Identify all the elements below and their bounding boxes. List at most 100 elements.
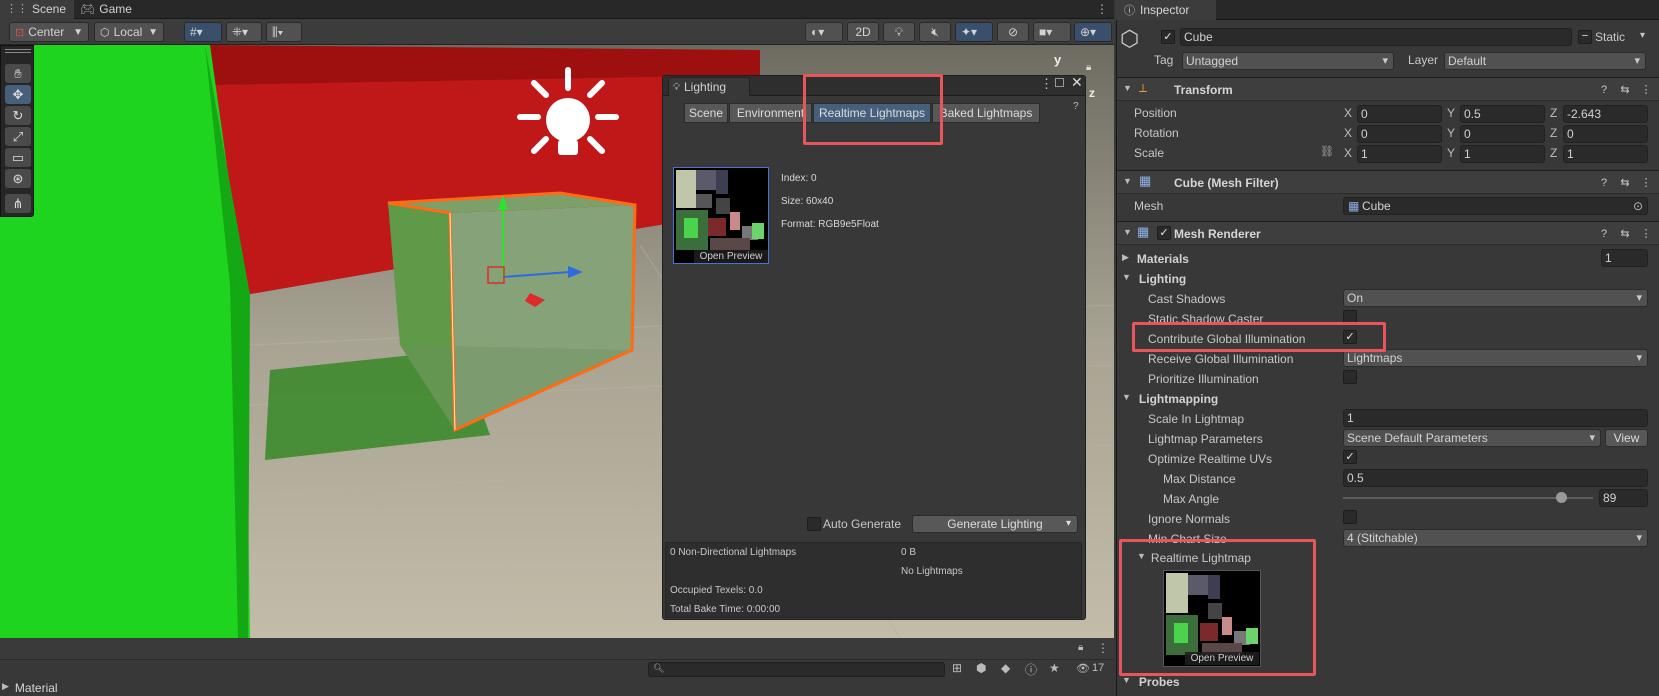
lock-icon[interactable]: 🔒︎ — [1078, 642, 1083, 653]
chevron-down-icon[interactable]: ▾ — [1640, 30, 1645, 41]
gizmos-dropdown[interactable]: ⊕▾ — [1074, 22, 1112, 42]
camera-dropdown[interactable]: ■▾ — [1033, 22, 1071, 42]
help-icon[interactable]: ? — [1597, 227, 1611, 241]
min-chart-size-dropdown[interactable]: 4 (Stitchable) — [1343, 529, 1648, 547]
lighting-toggle-button[interactable]: 💡︎ — [883, 22, 915, 42]
rotation-y-field[interactable]: 0 — [1460, 125, 1545, 143]
transform-header[interactable]: ▼ ⟂ Transform ? ⇆ ⋮ — [1117, 77, 1659, 101]
audio-toggle-button[interactable]: 🔇︎ — [919, 22, 951, 42]
component-menu-icon[interactable]: ⋮ — [1639, 176, 1653, 190]
max-distance-field[interactable]: 0.5 — [1343, 469, 1648, 487]
max-angle-field[interactable]: 89 — [1599, 489, 1648, 507]
static-checkbox[interactable]: − — [1578, 30, 1592, 44]
receive-gi-dropdown[interactable]: Lightmaps — [1343, 349, 1648, 367]
scale-z-field[interactable]: 1 — [1563, 145, 1648, 163]
pivot-mode-dropdown[interactable]: ⊡ Center ▼ — [9, 22, 89, 42]
scene-search-icon[interactable]: ⊞ — [952, 661, 962, 675]
help-icon[interactable]: ? — [1597, 83, 1611, 97]
pivot-rotation-dropdown[interactable]: ⬡ Local ▼ — [94, 22, 164, 42]
help-icon[interactable]: ? — [1597, 176, 1611, 190]
scale-y-field[interactable]: 1 — [1460, 145, 1545, 163]
position-z-field[interactable]: -2.643 — [1563, 105, 1648, 123]
mesh-renderer-enabled-checkbox[interactable]: ✓ — [1157, 226, 1171, 240]
tag-dropdown[interactable]: Untagged — [1182, 52, 1394, 70]
drag-handle-icon[interactable] — [5, 49, 31, 53]
max-angle-slider[interactable] — [1343, 489, 1593, 507]
lighting-tab[interactable]: 💡︎ Lighting — [668, 77, 750, 96]
lock-icon[interactable]: 🔒︎ — [1086, 62, 1091, 73]
transform-tool-button[interactable]: ⊛ — [5, 169, 31, 188]
static-shadow-caster-checkbox[interactable] — [1343, 310, 1357, 324]
gizmo-z-axis[interactable]: z — [1089, 86, 1095, 100]
increment-snap-button[interactable]: ⁜▾ — [226, 22, 262, 42]
gizmo-y-axis[interactable]: y — [1054, 52, 1061, 67]
move-tool-button[interactable]: ✥ — [5, 85, 31, 104]
favorite-icon[interactable]: ★ — [1049, 661, 1060, 675]
probes-foldout[interactable]: ▼ Probes — [1122, 675, 1180, 689]
rect-tool-button[interactable]: ▭ — [5, 148, 31, 167]
hidden-objects-button[interactable]: ⊘ — [997, 22, 1029, 42]
component-menu-icon[interactable]: ⋮ — [1639, 227, 1653, 241]
gameobject-cube-icon[interactable]: ⬡ — [1120, 26, 1148, 54]
hidden-count[interactable]: 👁︎ 17 — [1076, 662, 1104, 675]
lighting-more-icon[interactable]: ⋮ — [1040, 76, 1053, 92]
warning-filter-icon[interactable]: ⓘ — [1025, 661, 1037, 678]
align-button[interactable]: ⫼▾ — [266, 22, 302, 42]
tab-realtime-lightmaps[interactable]: Realtime Lightmaps — [813, 103, 931, 123]
rotation-z-field[interactable]: 0 — [1563, 125, 1648, 143]
open-preview-label[interactable]: Open Preview — [1185, 652, 1259, 665]
realtime-lightmap-foldout[interactable]: ▼ Realtime Lightmap — [1137, 551, 1251, 565]
position-y-field[interactable]: 0.5 — [1460, 105, 1545, 123]
position-x-field[interactable]: 0 — [1357, 105, 1442, 123]
cast-shadows-dropdown[interactable]: On — [1343, 289, 1648, 307]
more-options-icon[interactable]: ⋮ — [1096, 2, 1108, 16]
type-filter-icon[interactable]: ⬢ — [976, 661, 986, 675]
tab-lighting-environment[interactable]: Environment — [729, 103, 812, 123]
hand-tool-button[interactable]: ✋︎ — [5, 64, 31, 83]
effects-dropdown[interactable]: ✦▾ — [955, 22, 993, 42]
draw-mode-dropdown[interactable]: ◐▾ — [805, 22, 843, 42]
materials-foldout[interactable]: ▶ Materials — [1122, 252, 1189, 266]
toggle-2d-button[interactable]: 2D — [847, 22, 879, 42]
scale-in-lightmap-field[interactable]: 1 — [1343, 409, 1648, 427]
maximize-icon[interactable]: ☐ — [1054, 76, 1065, 90]
layer-dropdown[interactable]: Default — [1444, 52, 1646, 70]
grid-snap-button[interactable]: #▾ — [184, 22, 222, 42]
rotation-x-field[interactable]: 0 — [1357, 125, 1442, 143]
tab-lighting-scene[interactable]: Scene — [684, 103, 728, 123]
lighting-foldout[interactable]: ▼ Lighting — [1122, 272, 1186, 286]
material-foldout[interactable]: ▶ Material — [0, 681, 58, 695]
preset-icon[interactable]: ⇆ — [1618, 176, 1632, 190]
preset-icon[interactable]: ⇆ — [1618, 227, 1632, 241]
search-input[interactable]: 🔍︎ — [648, 662, 945, 677]
mesh-filter-header[interactable]: ▼ ▦ Cube (Mesh Filter) ? ⇆ ⋮ — [1117, 170, 1659, 194]
tab-scene[interactable]: ⋮⋮ Scene — [0, 0, 75, 19]
open-preview-label[interactable]: Open Preview — [694, 250, 768, 263]
lightmap-parameters-dropdown[interactable]: Scene Default Parameters — [1343, 429, 1601, 447]
mesh-renderer-header[interactable]: ▼ ▦ ✓ Mesh Renderer ? ⇆ ⋮ — [1117, 221, 1659, 245]
close-icon[interactable]: ✕ — [1071, 74, 1083, 91]
ignore-normals-checkbox[interactable] — [1343, 510, 1357, 524]
help-icon[interactable]: ? — [1073, 101, 1079, 112]
active-checkbox[interactable]: ✓ — [1161, 30, 1175, 44]
scale-tool-button[interactable]: ⤢ — [5, 127, 31, 146]
optimize-realtime-uvs-checkbox[interactable]: ✓ — [1343, 450, 1357, 464]
mesh-object-field[interactable]: ▦ Cube ⊙ — [1343, 197, 1648, 215]
lightmapping-foldout[interactable]: ▼ Lightmapping — [1122, 392, 1218, 406]
preset-icon[interactable]: ⇆ — [1618, 83, 1632, 97]
slider-thumb[interactable] — [1556, 492, 1567, 503]
object-picker-icon[interactable]: ⊙ — [1633, 198, 1643, 214]
contribute-gi-checkbox[interactable]: ✓ — [1343, 330, 1357, 344]
object-name-field[interactable]: Cube — [1180, 28, 1572, 46]
prioritize-illumination-checkbox[interactable] — [1343, 370, 1357, 384]
custom-tool-button[interactable]: ⋔ — [5, 194, 31, 213]
tab-baked-lightmaps[interactable]: Baked Lightmaps — [932, 103, 1040, 123]
materials-count-field[interactable]: 1 — [1601, 249, 1648, 267]
component-menu-icon[interactable]: ⋮ — [1639, 83, 1653, 97]
view-button[interactable]: View — [1605, 429, 1648, 447]
rotate-tool-button[interactable]: ↻ — [5, 106, 31, 125]
generate-lighting-button[interactable]: Generate Lighting ▾ — [912, 515, 1078, 533]
tab-game[interactable]: 🎮︎ Game — [74, 0, 140, 19]
auto-generate-checkbox[interactable] — [807, 517, 821, 531]
label-filter-icon[interactable]: ◆ — [1001, 661, 1010, 675]
